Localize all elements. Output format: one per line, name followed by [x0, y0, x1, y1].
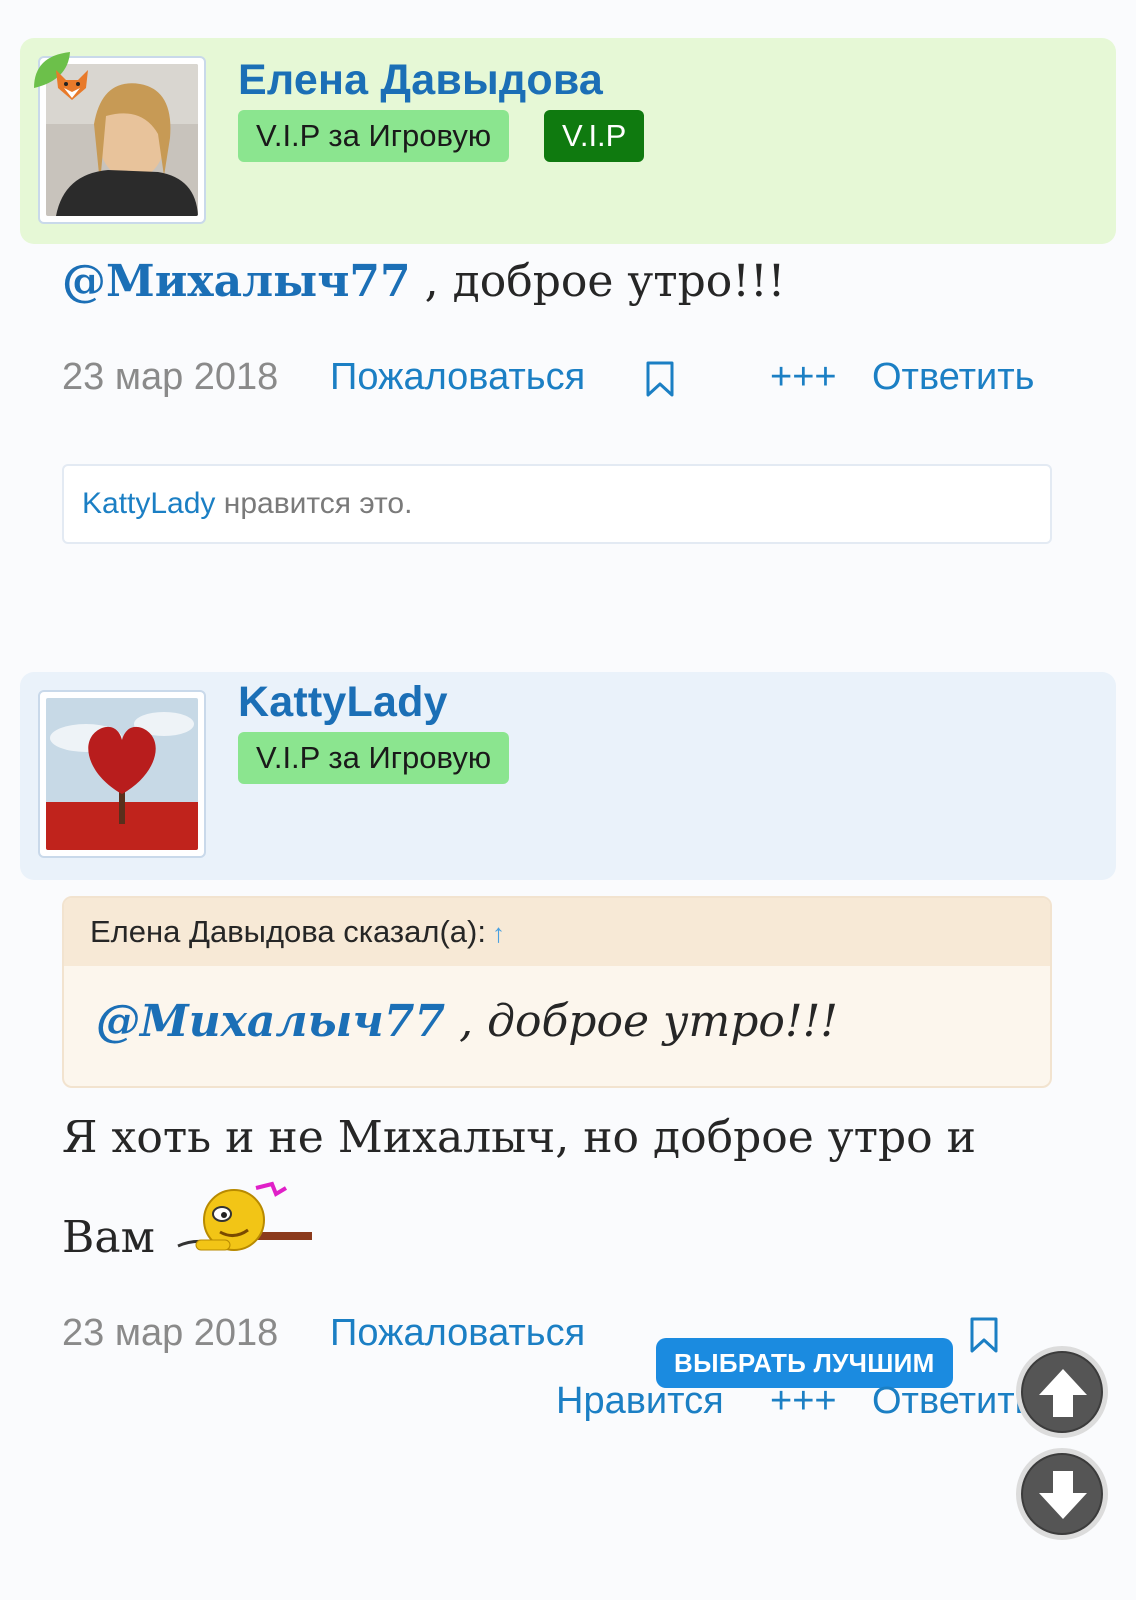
avatar-kattylady[interactable] — [38, 690, 206, 858]
like-link[interactable]: Нравится — [556, 1380, 724, 1423]
author-name[interactable]: KattyLady — [238, 678, 448, 727]
post-date[interactable]: 23 мар 2018 — [62, 356, 278, 399]
scroll-down-button[interactable] — [1016, 1448, 1108, 1540]
plus-link[interactable]: +++ — [770, 1380, 837, 1423]
badge-vip-game: V.I.P за Игровую — [238, 732, 510, 784]
smiley-emoji — [177, 1181, 312, 1251]
post-message: @Михалыч77 , доброе утро!!! — [62, 256, 785, 307]
post-date[interactable]: 23 мар 2018 — [62, 1312, 278, 1355]
arrow-up-icon — [1039, 1369, 1087, 1417]
bookmark-icon[interactable] — [968, 1316, 1000, 1354]
badge-vip: V.I.P — [544, 110, 645, 162]
author-name[interactable]: Елена Давыдова — [238, 56, 603, 105]
post-message-line-2: Вам — [62, 1212, 155, 1263]
fox-icon — [56, 70, 88, 100]
avatar-heart-tree — [46, 698, 198, 850]
plus-link[interactable]: +++ — [770, 356, 837, 399]
bookmark-icon[interactable] — [644, 360, 676, 398]
report-link[interactable]: Пожаловаться — [330, 1312, 585, 1355]
quote-content: @Михалыч77 , доброе утро!!! — [64, 966, 1050, 1047]
badge-vip-game: V.I.P за Игровую — [238, 110, 510, 162]
reply-link[interactable]: Ответить — [872, 356, 1034, 399]
scroll-up-button[interactable] — [1016, 1346, 1108, 1438]
likes-text: нравится это. — [215, 487, 413, 520]
report-link[interactable]: Пожаловаться — [330, 356, 585, 399]
quote-author: Елена Давыдова сказал(а): — [90, 914, 486, 949]
post-message-line-1: Я хоть и не Михалыч, но доброе утро и — [62, 1112, 976, 1163]
quote-jump-arrow[interactable]: ↑ — [492, 918, 505, 948]
likes-summary: KattyLady нравится это. — [62, 464, 1052, 544]
quote-block: Елена Давыдова сказал(а): ↑ @Михалыч77 , … — [62, 896, 1052, 1088]
arrow-down-icon — [1039, 1471, 1087, 1519]
mention-link[interactable]: @Михалыч77 — [62, 256, 411, 307]
reply-link[interactable]: Ответить — [872, 1380, 1034, 1423]
quote-text: , доброе утро!!! — [445, 996, 838, 1047]
quote-header: Елена Давыдова сказал(а): ↑ — [64, 898, 1050, 966]
message-text: , доброе утро!!! — [410, 256, 786, 307]
mention-link[interactable]: @Михалыч77 — [96, 996, 445, 1047]
liker-link[interactable]: KattyLady — [82, 487, 215, 520]
